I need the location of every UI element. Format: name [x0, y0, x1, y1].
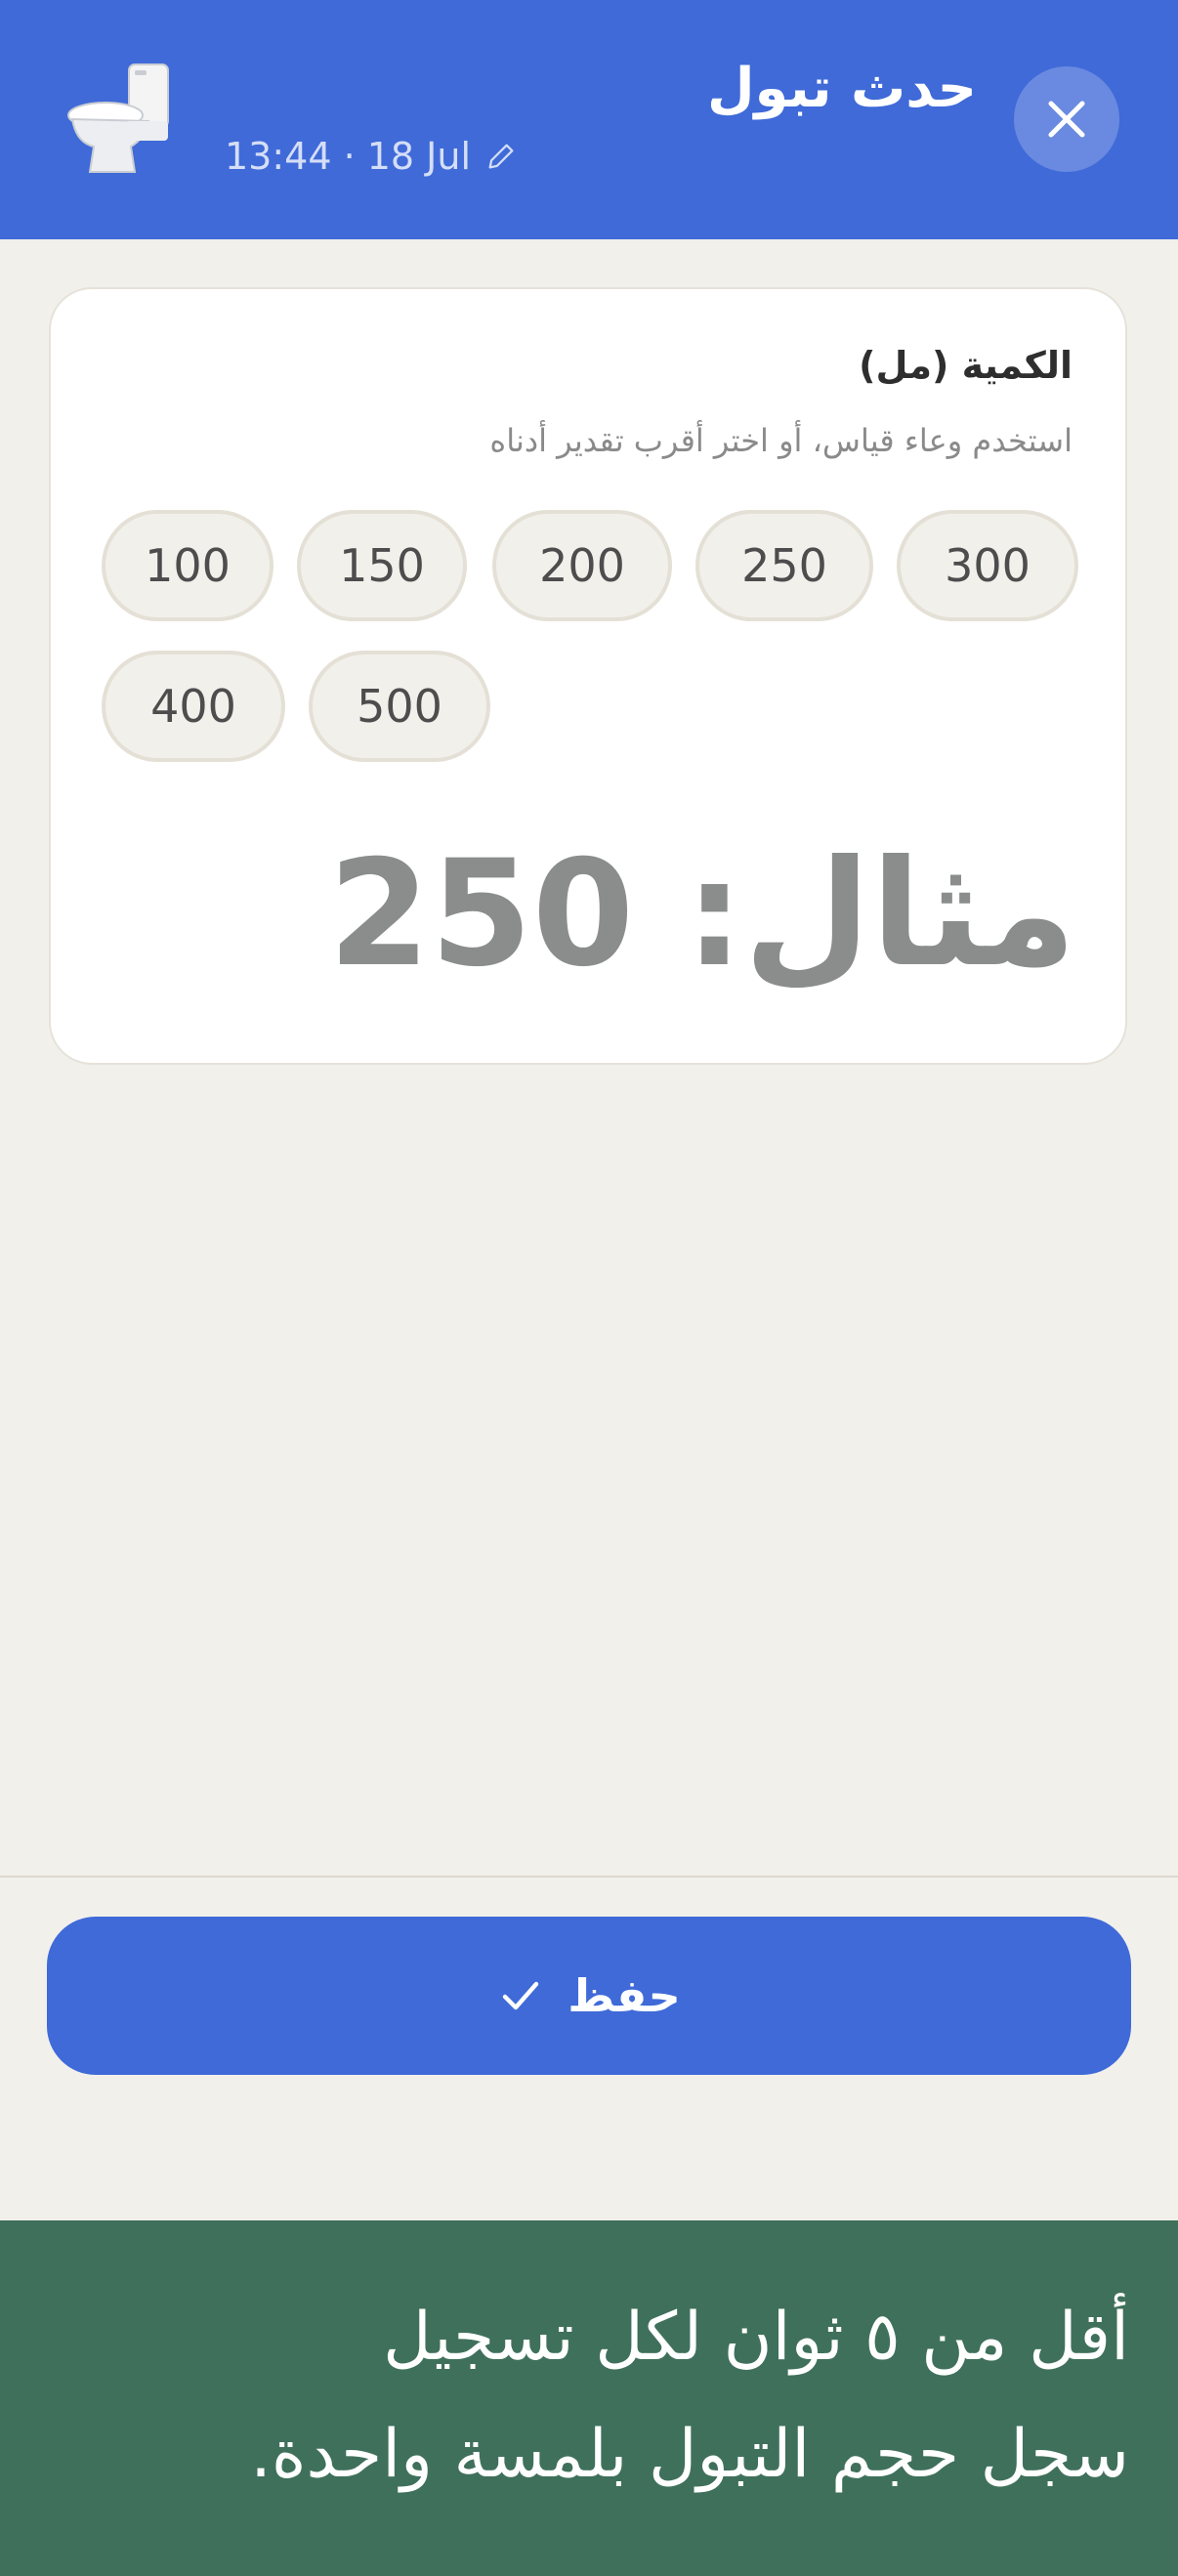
amount-label: الكمية (مل) — [859, 344, 1073, 387]
amount-input[interactable]: مثال: 250 — [328, 826, 1076, 1002]
toilet-icon — [67, 63, 169, 173]
amount-chip-500[interactable]: 500 — [309, 651, 490, 762]
amount-chip-100[interactable]: 100 — [102, 510, 273, 621]
amount-card: الكمية (مل) استخدم وعاء قياس، أو اختر أق… — [49, 287, 1127, 1065]
datetime-text: 13:44 · 18 Jul — [225, 135, 472, 178]
amount-chip-400[interactable]: 400 — [102, 651, 285, 762]
footer-divider — [0, 1876, 1178, 1878]
check-icon — [503, 1981, 539, 2010]
amount-hint: استخدم وعاء قياس، أو اختر أقرب تقدير أدن… — [489, 422, 1073, 459]
close-icon — [1048, 101, 1085, 138]
amount-chip-150[interactable]: 150 — [297, 510, 467, 621]
amount-chip-250[interactable]: 250 — [695, 510, 873, 621]
page-title: حدث تبول — [706, 57, 977, 120]
close-button[interactable] — [1014, 66, 1119, 172]
app-header: حدث تبول 13:44 · 18 Jul — [0, 0, 1178, 239]
amount-chip-300[interactable]: 300 — [897, 510, 1078, 621]
save-button[interactable]: حفظ — [47, 1917, 1131, 2075]
event-datetime[interactable]: 13:44 · 18 Jul — [225, 135, 518, 178]
save-label: حفظ — [568, 1969, 681, 2022]
banner-line-1: أقل من ٥ ثوان لكل تسجيل — [383, 2299, 1129, 2376]
banner-line-2: سجل حجم التبول بلمسة واحدة. — [250, 2416, 1129, 2493]
pencil-icon — [488, 144, 514, 169]
amount-chip-200[interactable]: 200 — [492, 510, 672, 621]
promo-banner: أقل من ٥ ثوان لكل تسجيل سجل حجم التبول ب… — [0, 2220, 1178, 2576]
